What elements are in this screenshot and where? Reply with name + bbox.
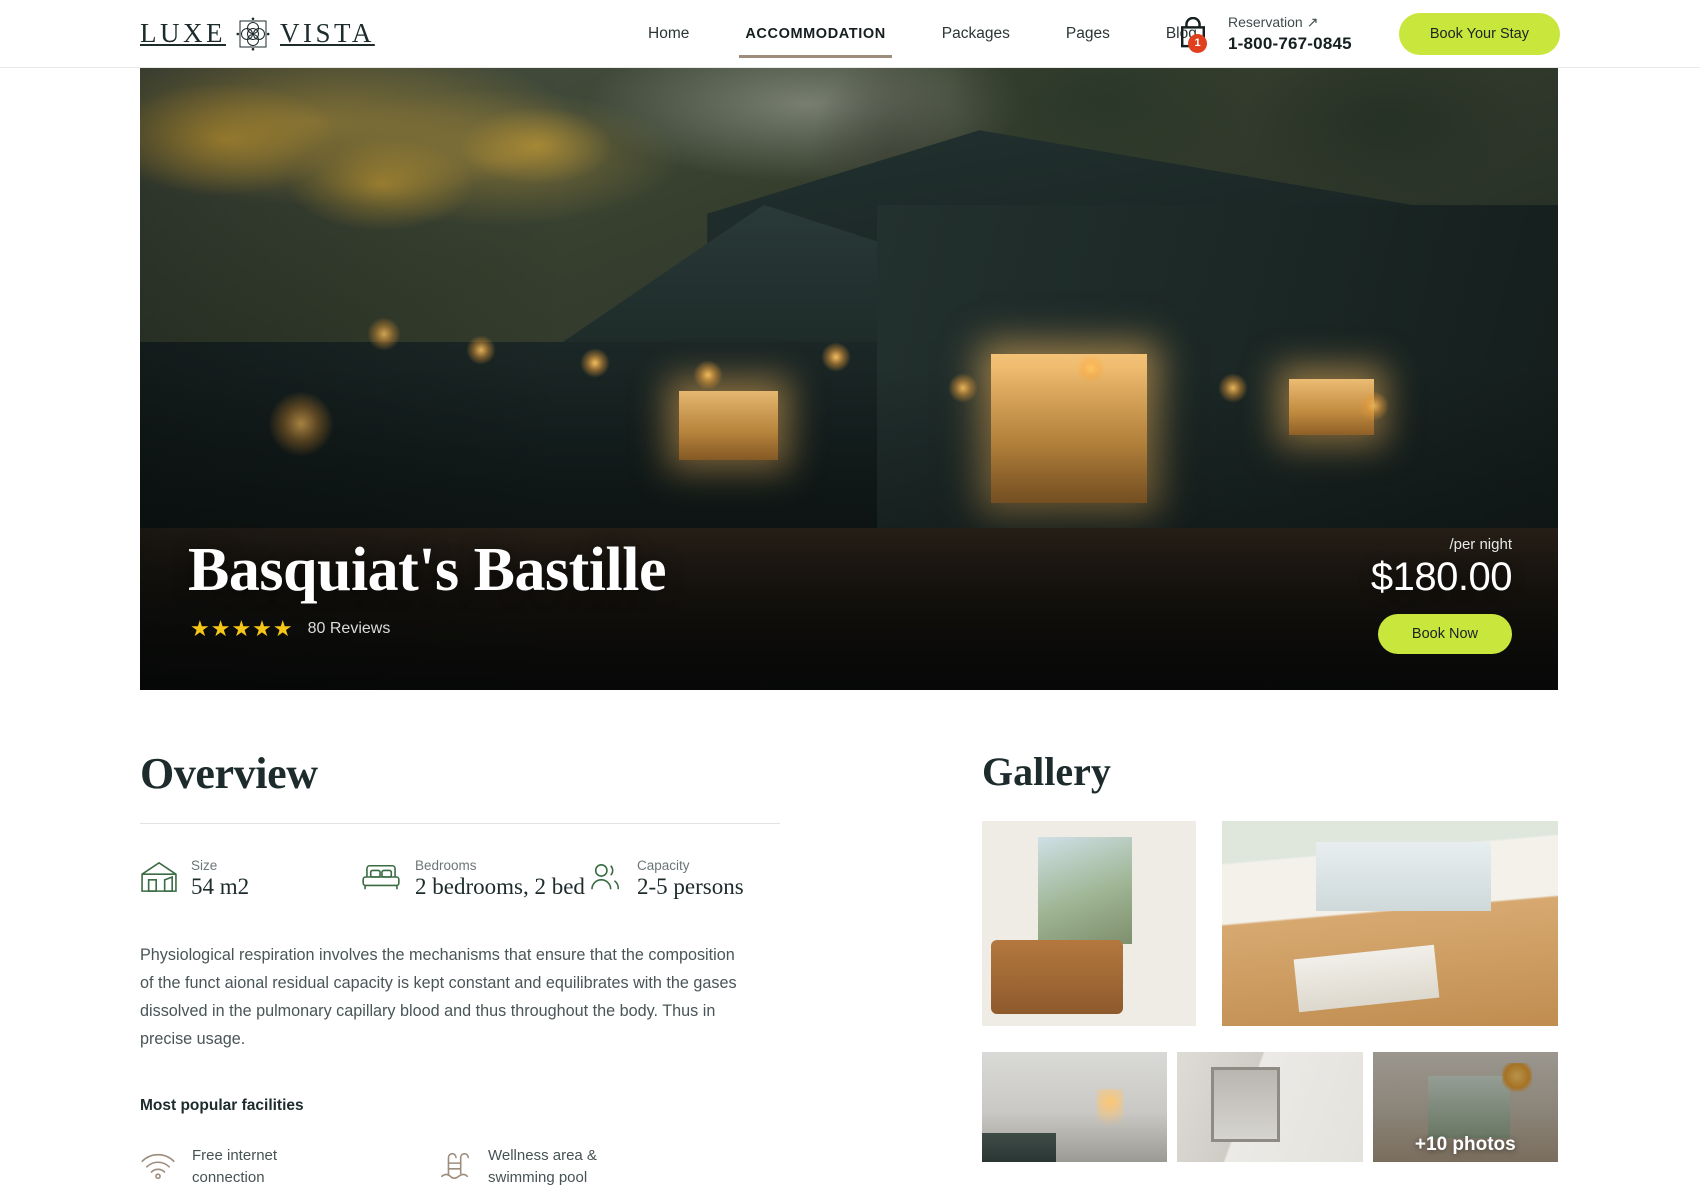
- reservation-phone[interactable]: 1-800-767-0845: [1228, 34, 1352, 54]
- facilities-list: Free internet connection Wellness area &…: [140, 1145, 780, 1189]
- overview-heading: Overview: [140, 749, 318, 798]
- spec-bedrooms-label: Bedrooms: [415, 858, 477, 873]
- gallery-row-top: [982, 821, 1558, 1026]
- reservation-block[interactable]: Reservation ↗ 1-800-767-0845: [1228, 14, 1352, 54]
- facility-pool-line2: swimming pool: [488, 1169, 588, 1187]
- spec-list: Size 54 m2 Bedrooms 2 bedrooms, 2 bed Ca…: [140, 858, 780, 900]
- price-amount: $180.00: [1370, 555, 1513, 599]
- cart-count-badge: 1: [1188, 33, 1207, 53]
- facility-internet-line1: Free internet: [192, 1147, 278, 1165]
- wifi-icon: [140, 1151, 176, 1184]
- gallery-image-bathroom[interactable]: [1177, 1052, 1363, 1162]
- pool-ladder-icon: [440, 1149, 472, 1186]
- dining-room-photo: [1222, 821, 1558, 1026]
- brand-logo[interactable]: LUXE VISTA: [140, 17, 375, 51]
- hero-banner: Basquiat's Bastille ★★★★★ 80 Reviews /pe…: [140, 68, 1558, 690]
- rating-row: ★★★★★ 80 Reviews: [190, 616, 390, 642]
- gallery-heading: Gallery: [982, 749, 1111, 794]
- spec-size-label: Size: [191, 858, 218, 873]
- facility-internet-line2: connection: [192, 1169, 265, 1187]
- logo-text-right: VISTA: [279, 18, 375, 48]
- reservation-label: Reservation: [1228, 14, 1303, 30]
- gallery-row-bottom: +10 photos: [982, 1052, 1558, 1162]
- nav-item-home[interactable]: Home: [620, 0, 717, 68]
- spec-bedrooms: Bedrooms 2 bedrooms, 2 bed: [360, 858, 588, 900]
- book-your-stay-button[interactable]: Book Your Stay: [1398, 12, 1560, 55]
- star-rating-icon: ★★★★★: [190, 616, 294, 641]
- facility-pool-text: Wellness area & swimming pool: [488, 1145, 597, 1189]
- nav-item-accommodation[interactable]: ACCOMMODATION: [717, 0, 913, 68]
- facility-internet-text: Free internet connection: [192, 1145, 277, 1189]
- bedroom-photo: [982, 1052, 1168, 1162]
- arrow-up-right-icon: ↗: [1306, 13, 1319, 30]
- overview-description: Physiological respiration involves the m…: [140, 946, 737, 1048]
- ornamental-star-logo-icon: [236, 17, 270, 51]
- gallery-section: Gallery +10 photos: [982, 748, 1558, 1162]
- accommodation-title: Basquiat's Bastille: [188, 536, 667, 604]
- bathroom-photo: [1177, 1052, 1363, 1162]
- nav-item-packages[interactable]: Packages: [914, 0, 1038, 68]
- spec-size: Size 54 m2: [140, 858, 360, 900]
- spec-size-value: 54 m2: [191, 874, 250, 899]
- gallery-image-bay-window[interactable]: +10 photos: [1372, 1052, 1558, 1162]
- spec-bedrooms-value: 2 bedrooms, 2 bed: [415, 874, 585, 899]
- facility-pool: Wellness area & swimming pool: [440, 1145, 597, 1189]
- site-header: LUXE VISTA Home ACCOMMODATION Packages P…: [0, 0, 1700, 68]
- logo-text-left: LUXE: [140, 18, 226, 48]
- cart-button[interactable]: 1: [1178, 16, 1210, 53]
- gallery-image-dining-room[interactable]: [1222, 821, 1558, 1026]
- nav-item-pages[interactable]: Pages: [1038, 0, 1138, 68]
- reviews-count-label[interactable]: 80 Reviews: [308, 620, 391, 638]
- spec-capacity-value: 2-5 persons: [637, 874, 744, 899]
- per-night-label: /per night: [1449, 536, 1512, 553]
- facility-pool-line1: Wellness area &: [488, 1147, 597, 1165]
- spec-capacity-label: Capacity: [637, 858, 690, 873]
- facilities-heading: Most popular facilities: [140, 1097, 304, 1115]
- living-room-photo: [982, 821, 1196, 1026]
- people-capacity-icon: [588, 862, 624, 897]
- gallery-image-bedroom[interactable]: [982, 1052, 1168, 1162]
- house-size-icon: [140, 861, 178, 898]
- overview-divider: [140, 823, 780, 824]
- more-photos-overlay[interactable]: +10 photos: [1372, 1052, 1558, 1162]
- book-now-button[interactable]: Book Now: [1377, 614, 1512, 654]
- reservation-label-row: Reservation ↗: [1228, 14, 1352, 31]
- gallery-image-living-room[interactable]: [982, 821, 1196, 1026]
- overview-section: Overview Size 54 m2 Bedrooms 2 bedrooms,…: [140, 748, 780, 1189]
- main-navigation: Home ACCOMMODATION Packages Pages Blog: [620, 0, 1225, 68]
- facility-internet: Free internet connection: [140, 1145, 440, 1189]
- price-block: /per night $180.00 Book Now: [1370, 536, 1513, 654]
- spec-capacity: Capacity 2-5 persons: [588, 858, 744, 900]
- bed-icon: [360, 862, 402, 897]
